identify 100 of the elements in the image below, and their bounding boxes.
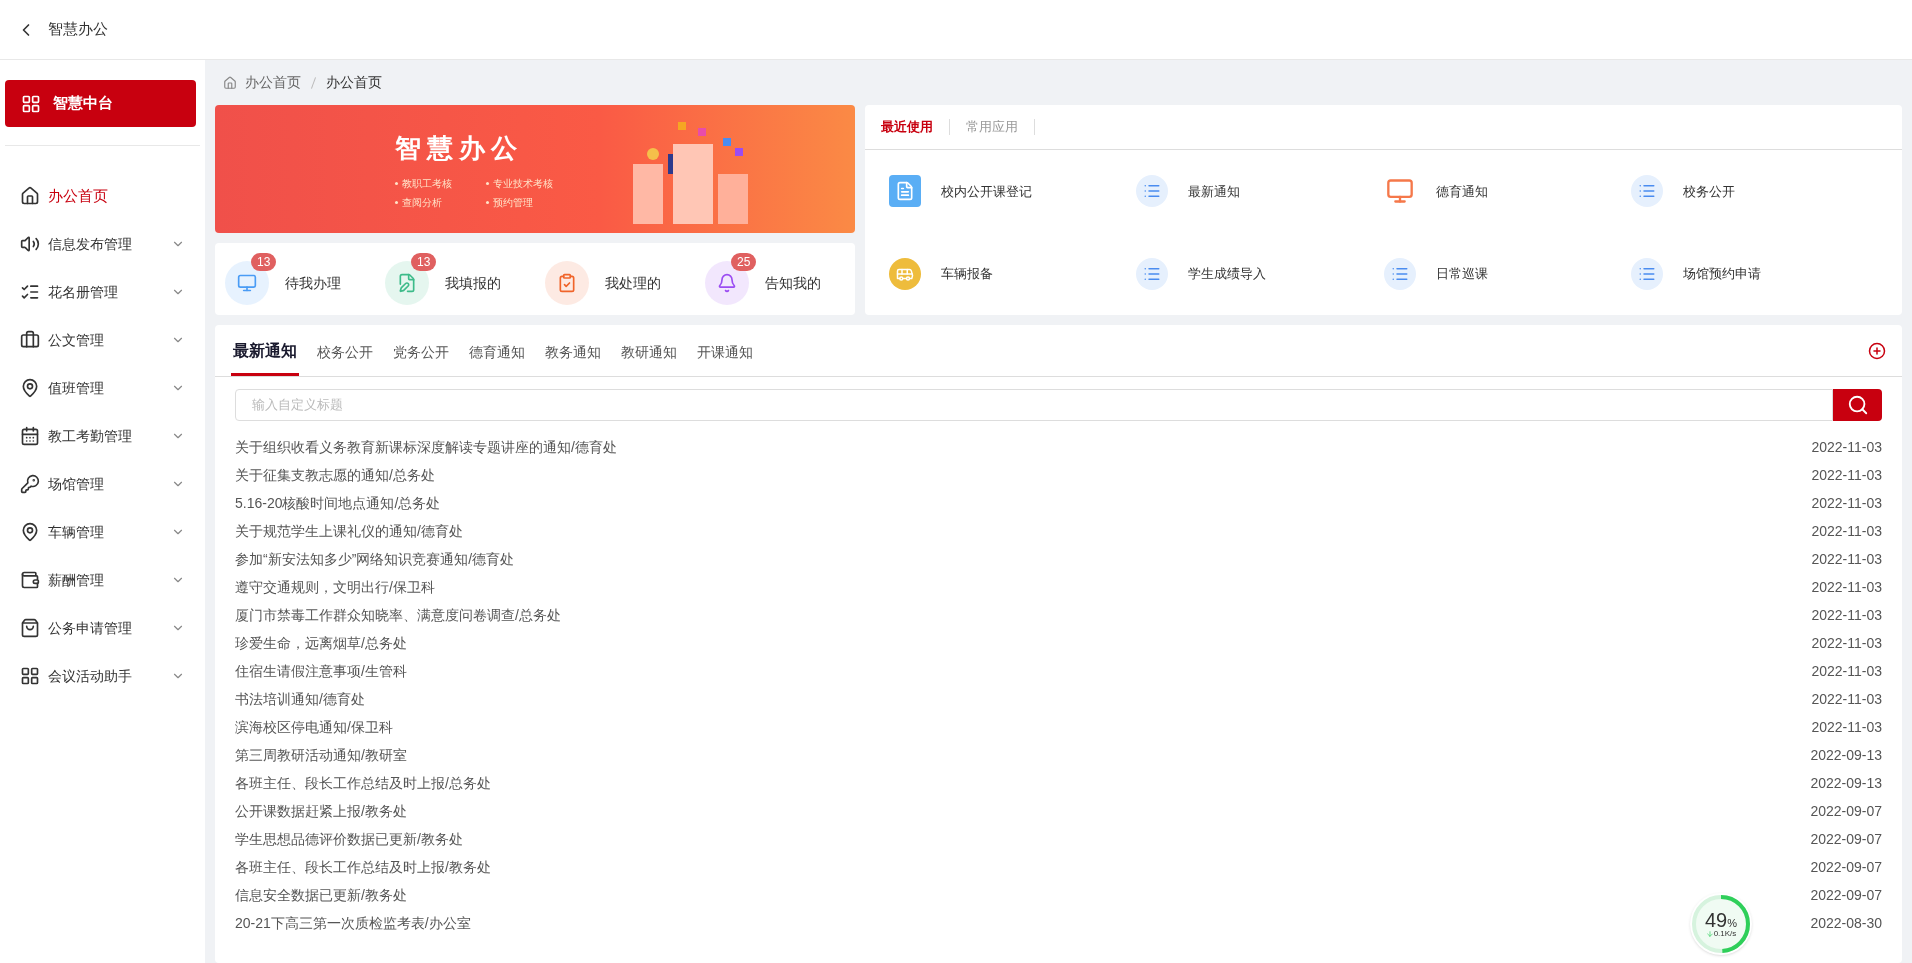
app-shortcut[interactable]: 场馆预约申请 — [1630, 232, 1878, 315]
count-badge: 13 — [251, 253, 277, 271]
search-button[interactable] — [1833, 389, 1882, 421]
notice-date: 2022-11-03 — [1811, 717, 1882, 737]
count-badge: 13 — [411, 253, 437, 271]
briefcase-icon — [20, 330, 40, 350]
sidebar-item[interactable]: 花名册管理 — [0, 268, 205, 316]
notice-date: 2022-11-03 — [1811, 633, 1882, 653]
app-title: 智慧办公 — [48, 19, 108, 40]
sidebar-item[interactable]: 公务申请管理 — [0, 604, 205, 652]
app-shortcut[interactable]: 校务公开 — [1630, 150, 1878, 233]
notice-date: 2022-09-13 — [1810, 745, 1882, 765]
sidebar-item[interactable]: 信息发布管理 — [0, 220, 205, 268]
wallet-icon — [20, 570, 40, 590]
grid-icon — [20, 666, 40, 686]
notice-title[interactable]: 关于组织收看义务教育新课标深度解读专题讲座的通知/德育处 — [235, 436, 617, 458]
notice-title[interactable]: 公开课数据赶紧上报/教务处 — [235, 800, 407, 822]
notice-date: 2022-11-03 — [1811, 577, 1882, 597]
notice-date: 2022-11-03 — [1811, 437, 1882, 457]
notice-date: 2022-11-03 — [1811, 549, 1882, 569]
notice-title[interactable]: 关于规范学生上课礼仪的通知/德育处 — [235, 520, 463, 542]
notice-date: 2022-09-07 — [1810, 829, 1882, 849]
app-shortcut[interactable]: 最新通知 — [1136, 150, 1384, 233]
notice-tab[interactable]: 教研通知 — [619, 342, 679, 376]
notice-title[interactable]: 厦门市禁毒工作群众知晓率、满意度问卷调查/总务处 — [235, 604, 561, 626]
notice-date: 2022-09-07 — [1810, 885, 1882, 905]
app-shortcut[interactable]: 车辆报备 — [889, 232, 1137, 315]
quick-action[interactable]: 13 待我办理 — [225, 249, 365, 309]
notice-tab[interactable]: 德育通知 — [467, 342, 527, 376]
sidebar-item[interactable]: 值班管理 — [0, 364, 205, 412]
count-badge: 25 — [731, 253, 757, 271]
document-icon — [889, 175, 921, 208]
notice-tab[interactable]: 校务公开 — [315, 342, 375, 376]
home-icon — [223, 75, 237, 90]
list-icon — [1630, 257, 1663, 290]
search-field[interactable]: 输入自定义标题 — [235, 389, 1833, 421]
notice-date: 2022-11-03 — [1811, 661, 1882, 681]
notice-date: 2022-11-03 — [1811, 689, 1882, 709]
app-shortcut[interactable]: 学生成绩导入 — [1136, 232, 1384, 315]
notice-tab[interactable]: 开课通知 — [695, 342, 755, 376]
notice-title[interactable]: 书法培训通知/德育处 — [235, 688, 365, 710]
notice-date: 2022-11-03 — [1811, 465, 1882, 485]
notice-tab[interactable]: 最新通知 — [231, 339, 299, 376]
speaker-icon — [20, 234, 40, 254]
calendar-icon — [20, 426, 40, 446]
banner-bullet: 查阅分析 — [402, 195, 442, 210]
usage-percent: 49% — [1705, 910, 1737, 930]
app-shortcut[interactable]: 日常巡课 — [1383, 232, 1631, 315]
bus-icon — [889, 257, 921, 290]
sidebar-item[interactable]: 办公首页 — [0, 172, 205, 220]
sidebar-item[interactable]: 车辆管理 — [0, 508, 205, 556]
app-shortcut[interactable]: 校内公开课登记 — [889, 150, 1137, 233]
notice-date: 2022-11-03 — [1811, 605, 1882, 625]
notice-tab[interactable]: 党务公开 — [391, 342, 451, 376]
notice-title[interactable]: 学生思想品德评价数据已更新/教务处 — [235, 828, 463, 850]
quick-action[interactable]: 25 告知我的 — [705, 249, 845, 309]
down-arrow-icon — [1705, 930, 1714, 938]
notice-date: 2022-11-03 — [1811, 521, 1882, 541]
list-icon — [1630, 175, 1663, 208]
notice-title[interactable]: 各班主任、段长工作总结及时上报/总务处 — [235, 772, 491, 794]
banner-bullet: 专业技术考核 — [493, 176, 553, 191]
search-icon — [1846, 394, 1869, 416]
notice-title[interactable]: 滨海校区停电通知/保卫科 — [235, 716, 393, 738]
add-icon[interactable] — [1868, 342, 1886, 360]
sidebar-item[interactable]: 公文管理 — [0, 316, 205, 364]
banner-title: 智慧办公 — [395, 131, 524, 165]
notice-title[interactable]: 信息安全数据已更新/教务处 — [235, 884, 407, 906]
platform-button[interactable]: 智慧中台 — [5, 80, 196, 127]
notice-date: 2022-09-07 — [1810, 857, 1882, 877]
notice-title[interactable]: 遵守交通规则，文明出行/保卫科 — [235, 576, 435, 598]
sidebar-item[interactable]: 教工考勤管理 — [0, 412, 205, 460]
notice-tab[interactable]: 教务通知 — [543, 342, 603, 376]
sidebar-item[interactable]: 场馆管理 — [0, 460, 205, 508]
notice-title[interactable]: 各班主任、段长工作总结及时上报/教务处 — [235, 856, 491, 878]
map-pin-icon — [20, 378, 40, 398]
notice-title[interactable]: 第三周教研活动通知/教研室 — [235, 744, 407, 766]
sidebar-item[interactable]: 薪酬管理 — [0, 556, 205, 604]
banner-bullet: 教职工考核 — [402, 176, 452, 191]
quick-action[interactable]: 我处理的 — [545, 249, 685, 309]
bag-icon — [20, 618, 40, 638]
download-speed: 0.1K/s — [1705, 930, 1737, 938]
notice-date: 2022-09-13 — [1810, 773, 1882, 793]
notice-title[interactable]: 珍爱生命，远离烟草/总务处 — [235, 632, 407, 654]
notice-title[interactable]: 5.16-20核酸时间地点通知/总务处 — [235, 492, 441, 514]
sidebar-item[interactable]: 会议活动助手 — [0, 652, 205, 700]
breadcrumb-item[interactable]: 办公首页 — [245, 72, 301, 93]
list-icon — [1383, 257, 1416, 290]
list-icon — [1136, 257, 1169, 290]
breadcrumb-item: 办公首页 — [326, 73, 382, 92]
notice-title[interactable]: 关于征集支教志愿的通知/总务处 — [235, 464, 435, 486]
apps-tab[interactable]: 最近使用 — [881, 117, 933, 137]
notice-title[interactable]: 住宿生请假注意事项/生管科 — [235, 660, 407, 682]
list-icon — [20, 282, 40, 302]
app-shortcut[interactable]: 德育通知 — [1383, 150, 1631, 233]
map-pin-icon — [20, 522, 40, 542]
key-icon — [20, 474, 40, 494]
notice-date: 2022-11-03 — [1811, 493, 1882, 513]
quick-action[interactable]: 13 我填报的 — [385, 249, 525, 309]
notice-title[interactable]: 20-21下高三第一次质检监考表/办公室 — [235, 912, 471, 934]
notice-title[interactable]: 参加“新安法知多少”网络知识竞赛通知/德育处 — [235, 548, 515, 570]
